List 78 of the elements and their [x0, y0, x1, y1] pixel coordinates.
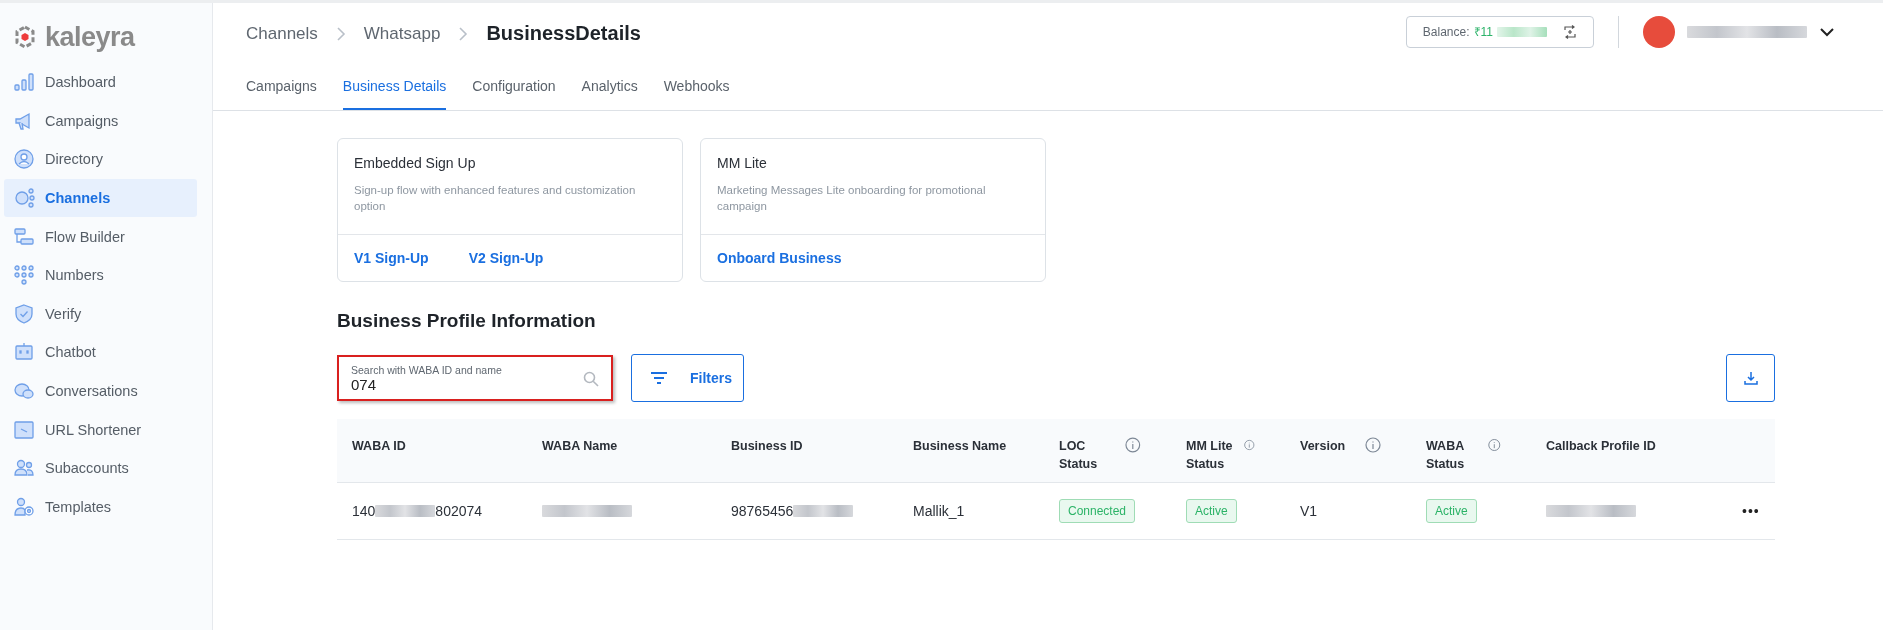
balance-button[interactable]: Balance: ₹11: [1405, 15, 1594, 48]
search-icon: [583, 371, 599, 387]
sidebar-item[interactable]: Channels: [4, 178, 197, 218]
column-header: Business ID: [731, 438, 803, 455]
balance-value: ₹11: [1473, 24, 1493, 40]
table-cell: 98765456: [731, 503, 794, 519]
card-title: MM Lite: [717, 155, 768, 171]
tab[interactable]: Configuration: [472, 60, 556, 110]
table-cell: 140: [352, 503, 376, 519]
brand-name: kaleyra: [45, 21, 135, 53]
sidebar-item[interactable]: Templates: [4, 487, 197, 527]
chevron-down-icon[interactable]: [1819, 26, 1835, 37]
status-badge: Active: [1186, 499, 1237, 523]
balance-label: Balance:: [1422, 24, 1470, 39]
sidebar-item[interactable]: Verify: [4, 294, 197, 334]
column-header: LOC Status: [1059, 438, 1099, 473]
search-field[interactable]: Search with WABA ID and name 074: [337, 355, 613, 401]
sidebar-item[interactable]: Subaccounts: [4, 448, 197, 488]
section-title: Business Profile Information: [337, 310, 597, 332]
tab[interactable]: Analytics: [581, 60, 638, 110]
keypad-icon: [13, 264, 35, 287]
tab[interactable]: Campaigns: [246, 60, 317, 110]
shield-icon: [13, 302, 35, 325]
blurred-text: [793, 505, 854, 517]
more-button[interactable]: •••: [1736, 502, 1766, 520]
column-header: WABA ID: [352, 438, 406, 455]
tab[interactable]: Webhooks: [663, 60, 730, 110]
info-icon: [1488, 437, 1501, 453]
card-description: Sign-up flow with enhanced features and customization option: [354, 183, 637, 214]
column-header: WABA Status: [1426, 438, 1466, 473]
sidebar-item[interactable]: Numbers: [4, 255, 197, 295]
column-header: Version: [1300, 438, 1346, 455]
sidebar-item[interactable]: Campaigns: [4, 101, 197, 141]
nodes-icon: [13, 187, 35, 210]
blurred-text: [375, 505, 436, 517]
sidebar-item[interactable]: Flow Builder: [4, 217, 197, 256]
sidebar-item[interactable]: URL Shortener: [4, 410, 197, 449]
bar-chart-icon: [13, 71, 35, 94]
link[interactable]: V1 Sign-Up: [354, 250, 429, 266]
breadcrumb-item[interactable]: Whatsapp: [363, 23, 441, 44]
card-description: Marketing Messages Lite onboarding for promotional campaign: [717, 183, 987, 214]
chevron-right-icon: [335, 26, 346, 41]
link-icon: [13, 418, 35, 441]
filters-button[interactable]: Filters: [631, 354, 744, 402]
card-title: Embedded Sign Up: [354, 155, 477, 171]
refresh-icon: [1563, 24, 1577, 39]
link[interactable]: V2 Sign-Up: [468, 250, 544, 266]
user-gear-icon: [13, 495, 35, 518]
status-badge: Connected: [1059, 499, 1136, 523]
link[interactable]: Onboard Business: [717, 250, 842, 266]
tab[interactable]: Business Details: [342, 60, 447, 110]
filter-icon: [650, 371, 668, 385]
chevron-right-icon: [458, 26, 469, 41]
column-header: WABA Name: [542, 438, 618, 455]
download-button[interactable]: [1726, 354, 1775, 402]
breadcrumb-item[interactable]: Channels: [246, 23, 318, 44]
avatar[interactable]: [1643, 15, 1675, 48]
blurred-text: [1497, 26, 1547, 37]
column-header: Business Name: [913, 438, 1007, 455]
status-badge: Active: [1426, 499, 1477, 523]
breadcrumb-item: BusinessDetails: [486, 22, 641, 45]
logo-icon: [13, 25, 37, 49]
flow-icon: [13, 225, 35, 248]
download-icon: [1743, 371, 1758, 385]
column-header: Callback Profile ID: [1546, 438, 1656, 455]
sidebar-item[interactable]: Conversations: [4, 371, 197, 411]
table-cell: 802074: [435, 503, 483, 519]
info-icon: [1125, 437, 1141, 453]
field-label: Search with WABA ID and name: [351, 363, 503, 376]
table-cell: Mallik_1: [913, 503, 965, 519]
sidebar-item[interactable]: Directory: [4, 140, 197, 179]
info-icon: [1244, 437, 1255, 453]
info-icon: [1365, 437, 1381, 453]
sidebar-item[interactable]: Dashboard: [4, 63, 197, 102]
column-header: MM Lite Status: [1186, 438, 1234, 473]
sidebar-item[interactable]: Chatbot: [4, 333, 197, 372]
person-icon: [13, 148, 35, 171]
table-cell: V1: [1300, 503, 1318, 519]
